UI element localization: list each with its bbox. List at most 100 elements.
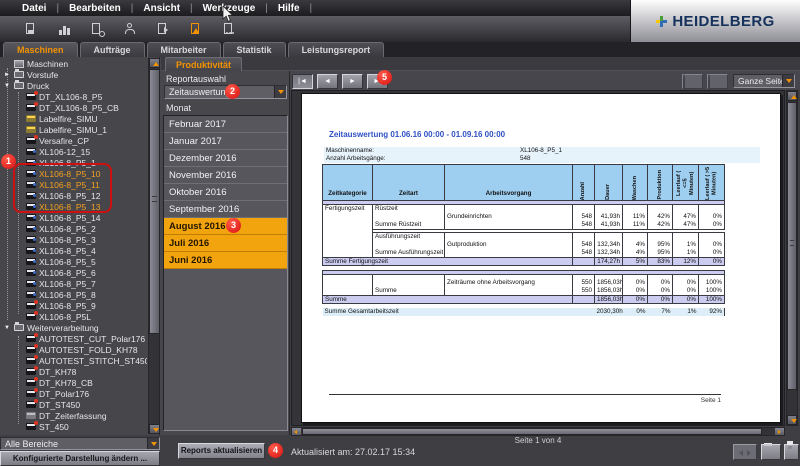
tree-item[interactable]: DT_Zeiterfassung: [1, 410, 147, 421]
tree-item[interactable]: ▼ Weiterverarbeitung: [1, 322, 147, 333]
info-label: Maschinenname:: [324, 147, 520, 155]
tree-item[interactable]: ► Vorstufe: [1, 69, 147, 80]
operator-settings-icon[interactable]: [123, 22, 138, 37]
tree-item[interactable]: DT_KH78: [1, 366, 147, 377]
tree-item[interactable]: DT_XL106-8_P5_CB: [1, 102, 147, 113]
tree-item-label: Labelfire_SIMU_1: [39, 125, 107, 135]
tab-produktivitaet[interactable]: Produktivität: [165, 57, 242, 71]
menu-item[interactable]: Datei: [22, 3, 69, 14]
tree-item[interactable]: XL106-12_15: [1, 146, 147, 157]
zoom-out-button[interactable]: [707, 74, 728, 89]
value-cell: 100%: [699, 279, 725, 287]
tree-item[interactable]: Labelfire_SIMU_1: [1, 124, 147, 135]
tree-item[interactable]: XL106-8_P5_4: [1, 245, 147, 256]
tree-item[interactable]: XL106-8_P5_14: [1, 212, 147, 223]
expand-arrow-icon[interactable]: ►: [3, 72, 11, 78]
main-tab[interactable]: Aufträge: [80, 42, 145, 57]
dropdown-arrow-icon[interactable]: [782, 75, 794, 87]
tree-item[interactable]: DT_Polar176: [1, 388, 147, 399]
main-tab[interactable]: Statistik: [223, 42, 286, 57]
machine-icon: [26, 126, 36, 133]
tree-item[interactable]: DT_ST450: [1, 399, 147, 410]
month-item[interactable]: November 2016: [164, 167, 287, 184]
document-list-icon[interactable]: [222, 22, 237, 37]
scrollbar-thumb[interactable]: [149, 69, 160, 334]
document-export-icon[interactable]: [156, 22, 171, 37]
main-tab[interactable]: Maschinen: [3, 42, 78, 57]
value-cell: 1856,03h: [595, 287, 623, 296]
machine-icon: [26, 148, 36, 155]
month-item[interactable]: September 2016: [164, 201, 287, 218]
time-evaluation-table: Zeitkategorie Zeitart Arbeitsvorgang Anz…: [322, 164, 725, 316]
scroll-down-icon[interactable]: [149, 424, 160, 434]
next-page-button[interactable]: ►: [342, 74, 363, 89]
previous-page-button[interactable]: ◄: [317, 74, 338, 89]
tree-item[interactable]: Versafire_CP: [1, 135, 147, 146]
report-vertical-scrollbar[interactable]: [786, 90, 798, 426]
tree-item[interactable]: XL106-8_P5_9: [1, 300, 147, 311]
tab-label: Maschinen: [17, 45, 64, 55]
tree-item[interactable]: ▼ Druck: [1, 80, 147, 91]
menu-item[interactable]: Bearbeiten: [69, 3, 143, 14]
tree-item[interactable]: AUTOTEST_CUT_Polar176: [1, 333, 147, 344]
tree-item[interactable]: DT_XL106-8_P5: [1, 91, 147, 102]
scroll-right-icon[interactable]: [775, 428, 784, 435]
value-cell: 47%: [673, 221, 699, 230]
expand-arrow-icon[interactable]: ▼: [3, 325, 11, 331]
zoom-level-select[interactable]: Ganze Seite: [733, 74, 795, 88]
tree-item[interactable]: AUTOTEST_STITCH_ST450: [1, 355, 147, 366]
main-tab[interactable]: Leistungsreport: [288, 42, 385, 57]
scroll-left-icon[interactable]: [292, 428, 301, 435]
value-cell: 7%: [648, 308, 673, 316]
month-item[interactable]: Juli 2016: [164, 235, 287, 252]
report-doc-icon[interactable]: [189, 22, 204, 37]
scrollbar-thumb[interactable]: [302, 428, 762, 435]
tree-scrollbar[interactable]: [148, 58, 159, 434]
month-item[interactable]: Juni 2016: [164, 252, 287, 269]
expand-arrow-icon[interactable]: ▼: [3, 83, 11, 89]
month-item[interactable]: Oktober 2016: [164, 184, 287, 201]
area-select[interactable]: Alle Bereiche: [0, 437, 160, 450]
scrollbar-thumb[interactable]: [787, 102, 797, 390]
scroll-up-icon[interactable]: [149, 58, 160, 68]
value-cell: 0%: [673, 287, 699, 296]
tree-item[interactable]: XL106-8_P5_8: [1, 289, 147, 300]
bar-chart-icon[interactable]: [57, 22, 72, 37]
value-cell: 41,93h: [595, 221, 623, 230]
zoom-in-button[interactable]: [682, 74, 703, 89]
first-page-button[interactable]: |◄: [292, 74, 313, 89]
print-button[interactable]: [761, 444, 781, 460]
tree-item[interactable]: ST_450: [1, 421, 147, 432]
machine-doc-icon[interactable]: [24, 22, 39, 37]
tree-item[interactable]: XL106-8_P5_6: [1, 267, 147, 278]
machine-settings-icon[interactable]: [90, 22, 105, 37]
tree-item[interactable]: XL106-8_P5_5: [1, 256, 147, 267]
month-item[interactable]: Dezember 2016: [164, 150, 287, 167]
dropdown-arrow-icon[interactable]: [147, 438, 159, 449]
dropdown-arrow-icon[interactable]: [274, 86, 286, 98]
main-tab[interactable]: Mitarbeiter: [147, 42, 221, 57]
tree-item[interactable]: XL106-8_P5_3: [1, 234, 147, 245]
tree-item[interactable]: XL106-8_P5L: [1, 311, 147, 322]
tree-item[interactable]: DT_KH78_CB: [1, 377, 147, 388]
column-header: Anzahl: [573, 165, 595, 201]
menu-item[interactable]: Ansicht: [143, 3, 202, 14]
tree-item[interactable]: Labelfire_SIMU: [1, 113, 147, 124]
tree-item[interactable]: XL106-8_P5_2: [1, 223, 147, 234]
menu-item[interactable]: Hilfe: [278, 3, 322, 14]
tree-item[interactable]: AUTOTEST_FOLD_KH78: [1, 344, 147, 355]
tree-item[interactable]: Maschinen: [1, 58, 147, 69]
zeitart-cell: Rüstzeit: [373, 205, 445, 214]
menu-item[interactable]: Werkzeuge: [203, 3, 278, 14]
month-item[interactable]: Januar 2017: [164, 133, 287, 150]
update-reports-button[interactable]: Reports aktualisieren: [178, 443, 265, 459]
scroll-down-icon[interactable]: [787, 415, 797, 425]
month-label: Monat: [166, 103, 191, 113]
page-step-button[interactable]: [733, 444, 757, 460]
month-item[interactable]: Februar 2017: [164, 116, 287, 133]
tree-item[interactable]: XL106-8_P5_7: [1, 278, 147, 289]
configure-view-button[interactable]: Konfigurierte Darstellung ändern ...: [0, 451, 160, 466]
scroll-up-icon[interactable]: [787, 91, 797, 101]
save-button[interactable]: [784, 444, 799, 460]
report-horizontal-scrollbar[interactable]: [291, 427, 785, 436]
